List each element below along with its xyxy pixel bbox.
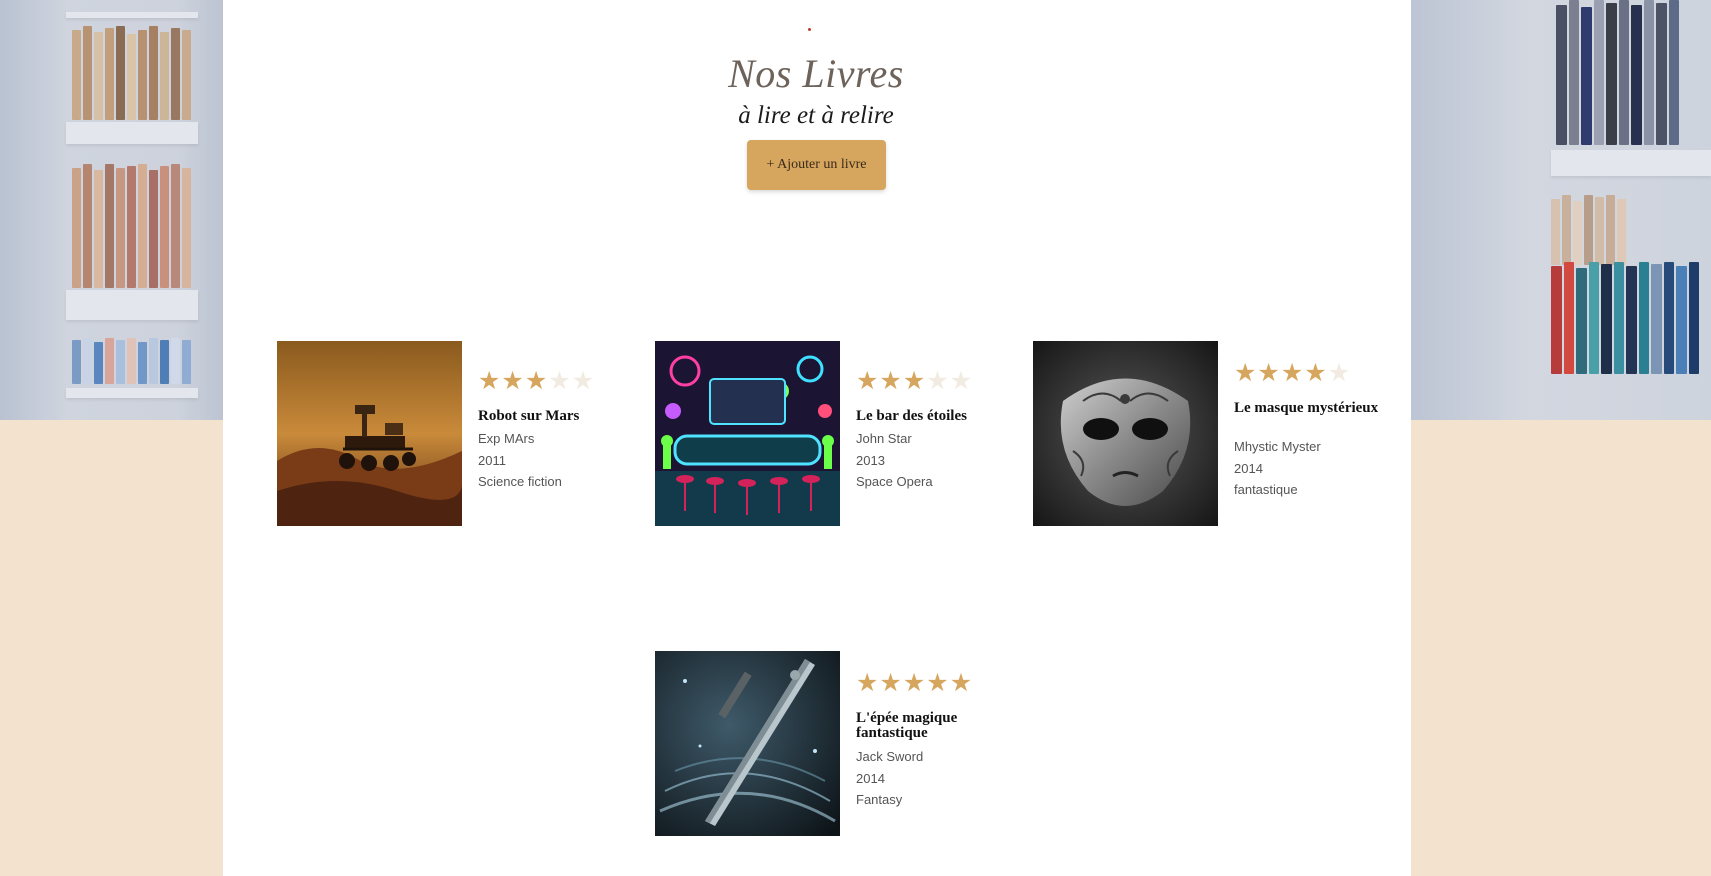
rating-stars[interactable]: ★ ★ ★ ★ ★ <box>856 368 972 393</box>
star-icon[interactable]: ★ <box>903 368 925 393</box>
rating-stars[interactable]: ★ ★ ★ ★ ★ <box>856 670 972 695</box>
star-icon[interactable]: ★ <box>525 368 547 393</box>
book-year: 2014 <box>1234 461 1263 476</box>
magic-sword-icon <box>655 651 840 836</box>
venetian-mask-icon <box>1033 341 1218 526</box>
mars-rover-icon <box>277 341 462 526</box>
book-title[interactable]: Robot sur Mars <box>478 409 628 424</box>
book-author: Exp MArs <box>478 431 535 446</box>
star-icon[interactable]: ★ <box>879 368 901 393</box>
book-genre: Fantasy <box>856 792 903 807</box>
star-icon[interactable]: ★ <box>501 368 523 393</box>
star-icon[interactable]: ★ <box>926 368 948 393</box>
book-genre: Science fiction <box>478 474 562 489</box>
book-cover-image[interactable] <box>277 341 462 526</box>
star-icon[interactable]: ★ <box>1234 360 1256 385</box>
star-icon[interactable]: ★ <box>879 670 901 695</box>
book-genre: fantastique <box>1234 482 1298 497</box>
book-author: John Star <box>856 431 912 446</box>
book-cover-image[interactable] <box>655 341 840 526</box>
star-icon[interactable]: ★ <box>950 670 972 695</box>
star-icon[interactable]: ★ <box>856 368 878 393</box>
star-icon[interactable]: ★ <box>1257 360 1279 385</box>
page-title: Nos Livres <box>728 51 904 96</box>
book-author: Jack Sword <box>856 749 924 764</box>
book-card[interactable]: ★ ★ ★ ★ ★ Le masque mystérieux Mhystic Myste… <box>1033 341 1383 527</box>
book-cover-image[interactable] <box>655 651 840 836</box>
star-icon[interactable]: ★ <box>903 670 925 695</box>
book-card[interactable]: ★ ★ ★ ★ ★ Le bar des étoiles John Star 2013 … <box>655 341 1005 527</box>
star-icon[interactable]: ★ <box>1281 360 1303 385</box>
decorative-dot <box>808 28 811 31</box>
book-year: 2014 <box>856 771 885 786</box>
book-title[interactable]: L'épée magique fantastique <box>856 711 1006 741</box>
book-card[interactable]: ★ ★ ★ ★ ★ Robot sur Mars Exp MArs 2011 Scien… <box>277 341 627 527</box>
star-icon[interactable]: ★ <box>1304 360 1326 385</box>
star-icon[interactable]: ★ <box>572 368 594 393</box>
star-icon[interactable]: ★ <box>950 368 972 393</box>
space-bar-icon <box>655 341 840 526</box>
rating-stars[interactable]: ★ ★ ★ ★ ★ <box>478 368 594 393</box>
star-icon[interactable]: ★ <box>856 670 878 695</box>
star-icon[interactable]: ★ <box>548 368 570 393</box>
book-title[interactable]: Le bar des étoiles <box>856 409 1006 424</box>
book-year: 2011 <box>478 453 506 468</box>
book-year: 2013 <box>856 453 885 468</box>
book-title[interactable]: Le masque mystérieux <box>1234 401 1384 416</box>
book-cover-image[interactable] <box>1033 341 1218 526</box>
book-author: Mhystic Myster <box>1234 439 1321 454</box>
star-icon[interactable]: ★ <box>926 670 948 695</box>
book-card[interactable]: ★ ★ ★ ★ ★ L'épée magique fantastique Jack Sw… <box>655 651 1005 837</box>
add-book-button[interactable]: + Ajouter un livre <box>747 140 886 190</box>
rating-stars[interactable]: ★ ★ ★ ★ ★ <box>1234 360 1350 385</box>
star-icon[interactable]: ★ <box>1328 360 1350 385</box>
book-genre: Space Opera <box>856 474 933 489</box>
star-icon[interactable]: ★ <box>478 368 500 393</box>
page-subtitle: à lire et à relire <box>738 102 894 129</box>
